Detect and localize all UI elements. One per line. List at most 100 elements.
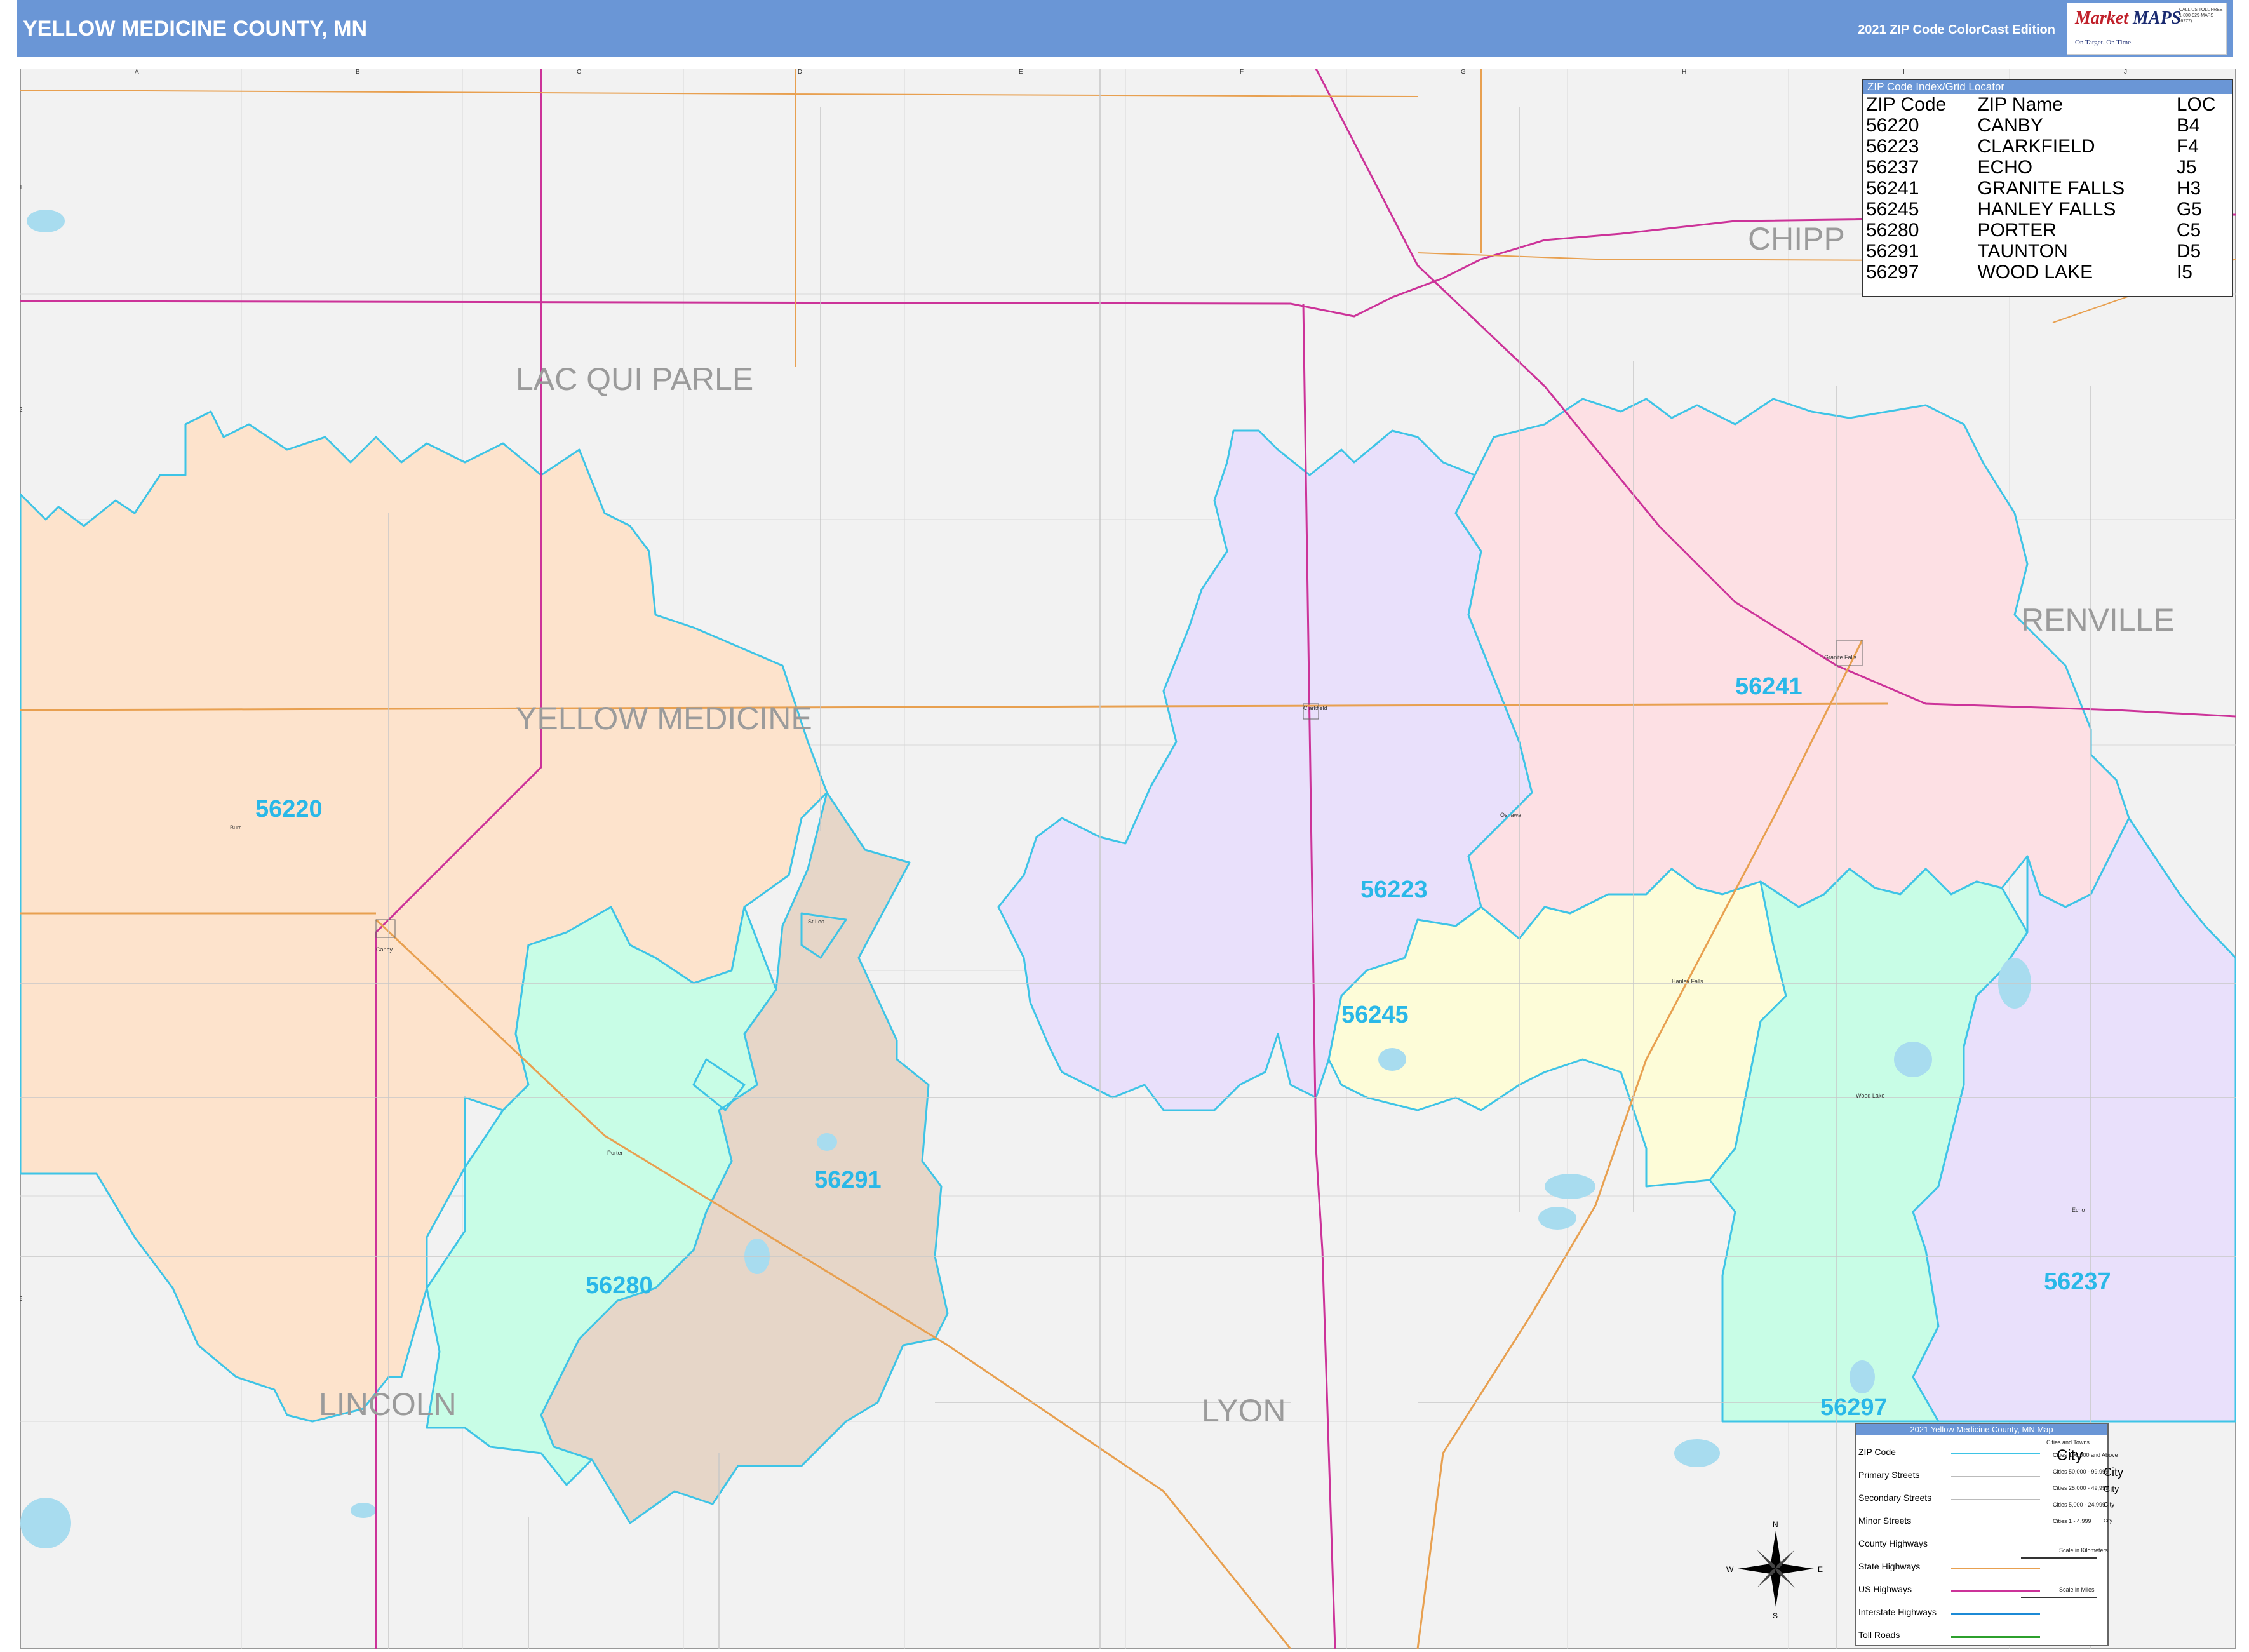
zip-index-header-row: ZIP Code ZIP Name LOC <box>1863 94 2232 115</box>
zip-label-56237: 56237 <box>2044 1268 2111 1295</box>
zip-index-row[interactable]: 56245 HANLEY FALLS G5 <box>1863 199 2232 220</box>
zip-index-name: CLARKFIELD <box>1977 136 2095 157</box>
legend-scale-mi: Scale in Miles <box>2059 1587 2095 1593</box>
logo-tagline: On Target. On Time. <box>2075 39 2133 46</box>
grid-col-c: C <box>577 69 581 76</box>
zip-index-row[interactable]: 56220 CANBY B4 <box>1863 115 2232 136</box>
town-label-oshawa: Oshawa <box>1500 812 1521 818</box>
zip-index-zip: 56280 <box>1866 220 1919 241</box>
map-header: YELLOW MEDICINE COUNTY, MN 2021 ZIP Code… <box>17 0 2233 57</box>
legend-city-tier-4: Cities 5,000 - 24,999 <box>2053 1501 2106 1508</box>
zip-label-56280: 56280 <box>586 1272 653 1299</box>
zip-label-56220: 56220 <box>255 796 323 823</box>
legend-city-sample-5: City <box>2104 1518 2112 1524</box>
grid-col-a: A <box>135 69 139 76</box>
zip-index-row[interactable]: 56280 PORTER C5 <box>1863 220 2232 241</box>
legend-item-interstate: Interstate Highways <box>1858 1607 1937 1617</box>
legend-us-line <box>1951 1590 2040 1592</box>
grid-col-g: G <box>1461 69 1466 76</box>
county-map[interactable]: A B C D E F G H I J 1 2 3 4 5 6 7 <box>19 68 2237 1649</box>
zip-index-zip: 56241 <box>1866 178 1919 199</box>
legend-city-sample-3: City <box>2104 1484 2119 1494</box>
town-label-wood-lake: Wood Lake <box>1856 1092 1884 1099</box>
map-canvas: A B C D E F G H I J 1 2 3 4 5 6 7 <box>19 68 2237 1649</box>
legend-item-county-hwy: County Highways <box>1858 1538 1928 1548</box>
legend-city-sample-4: City <box>2104 1501 2115 1508</box>
legend-title: 2021 Yellow Medicine County, MN Map <box>1856 1424 2107 1435</box>
zip-index-loc: B4 <box>2176 115 2200 136</box>
zip-index-zip: 56297 <box>1866 262 1919 283</box>
town-label-clarkfield: Clarkfield <box>1303 705 1327 711</box>
legend-scale-km-bar <box>2021 1557 2097 1559</box>
zip-index-row[interactable]: 56237 ECHO J5 <box>1863 157 2232 178</box>
legend-state-line <box>1951 1568 2040 1569</box>
legend-city-sample-2: City <box>2104 1466 2123 1479</box>
legend-interstate-line <box>1951 1613 2040 1615</box>
zip-index-title: ZIP Code Index/Grid Locator <box>1863 80 2232 94</box>
zip-index-loc: C5 <box>2176 220 2201 241</box>
legend-scale-mi-bar <box>2021 1597 2097 1598</box>
logo-name: Market MAPS <box>2075 8 2182 28</box>
grid-col-e: E <box>1019 69 1023 76</box>
legend-city-tier-3: Cities 25,000 - 49,999 <box>2053 1485 2109 1491</box>
grid-col-b: B <box>356 69 360 76</box>
zip-index-loc: H3 <box>2176 178 2201 199</box>
map-title: YELLOW MEDICINE COUNTY, MN <box>23 17 368 41</box>
county-label-yellow-medicine: YELLOW MEDICINE <box>516 701 812 736</box>
county-label-renville: RENVILLE <box>2021 602 2175 638</box>
zip-label-56297: 56297 <box>1820 1394 1888 1421</box>
compass-n: N <box>1773 1520 1778 1529</box>
zip-index-loc: J5 <box>2176 157 2197 178</box>
zip-index-name: HANLEY FALLS <box>1977 199 2116 220</box>
county-label-lac-qui-parle: LAC QUI PARLE <box>516 361 753 397</box>
legend-city-tier-2: Cities 50,000 - 99,999 <box>2053 1468 2109 1475</box>
grid-col-f: F <box>1240 69 1244 76</box>
market-maps-logo[interactable]: Market MAPS On Target. On Time. CALL US … <box>2067 3 2227 55</box>
town-label-echo: Echo <box>2072 1207 2085 1213</box>
legend-item-toll: Toll Roads <box>1858 1630 1900 1640</box>
legend-item-zip: ZIP Code <box>1858 1447 1896 1457</box>
legend-zip-line <box>1951 1453 2040 1454</box>
zip-index-name: ECHO <box>1977 157 2033 178</box>
zip-label-56223: 56223 <box>1360 876 1428 903</box>
legend-city-sample-1: City <box>2057 1447 2083 1464</box>
legend-item-minor: Minor Streets <box>1858 1515 1912 1526</box>
zip-label-56245: 56245 <box>1341 1002 1409 1028</box>
zip-index-header-loc: LOC <box>2176 94 2216 115</box>
legend-primary-line <box>1951 1476 2040 1477</box>
town-label-burr: Burr <box>230 824 241 831</box>
grid-col-i: I <box>1903 69 1905 76</box>
zip-index-zip: 56223 <box>1866 136 1919 157</box>
zip-index-row[interactable]: 56241 GRANITE FALLS H3 <box>1863 178 2232 199</box>
zip-index-header-zip: ZIP Code <box>1866 94 1947 115</box>
legend-secondary-line <box>1951 1499 2040 1500</box>
zip-index-name: TAUNTON <box>1977 241 2068 262</box>
zip-index-zip: 56245 <box>1866 199 1919 220</box>
zip-index-zip: 56291 <box>1866 241 1919 262</box>
zip-index-loc: D5 <box>2176 241 2201 262</box>
legend-city-tier-5: Cities 1 - 4,999 <box>2053 1518 2091 1524</box>
logo-contact: CALL US TOLL FREE 1-800-929-MAPS (6277) <box>2179 8 2223 24</box>
grid-col-j: J <box>2124 69 2127 76</box>
zip-index-zip: 56220 <box>1866 115 1919 136</box>
zip-index-row[interactable]: 56223 CLARKFIELD F4 <box>1863 136 2232 157</box>
zip-index-name: GRANITE FALLS <box>1977 178 2125 199</box>
legend-item-primary: Primary Streets <box>1858 1470 1920 1480</box>
legend-item-secondary: Secondary Streets <box>1858 1493 1932 1503</box>
town-label-hanley-falls: Hanley Falls <box>1672 978 1703 984</box>
map-legend: 2021 Yellow Medicine County, MN Map Citi… <box>1855 1423 2123 1646</box>
legend-item-state-hwy: State Highways <box>1858 1561 1921 1571</box>
grid-row-1: 1 <box>20 184 23 191</box>
zip-index-name: PORTER <box>1977 220 2057 241</box>
county-label-chippewa: CHIPP <box>1748 221 1845 257</box>
zip-index-table: ZIP Code ZIP Name LOC 56220 CANBY B4 56223… <box>1863 94 2232 283</box>
zip-label-56291: 56291 <box>814 1167 882 1193</box>
county-label-lyon: LYON <box>1202 1393 1286 1428</box>
zip-index-row[interactable]: 56297 WOOD LAKE I5 <box>1863 262 2232 283</box>
grid-col-d: D <box>798 69 802 76</box>
legend-toll-line <box>1951 1636 2040 1638</box>
zip-index-row[interactable]: 56291 TAUNTON D5 <box>1863 241 2232 262</box>
legend-scale-km: Scale in Kilometers <box>2059 1547 2109 1554</box>
compass-w: W <box>1726 1565 1734 1574</box>
edition-label: 2021 ZIP Code ColorCast Edition <box>1858 23 2055 37</box>
